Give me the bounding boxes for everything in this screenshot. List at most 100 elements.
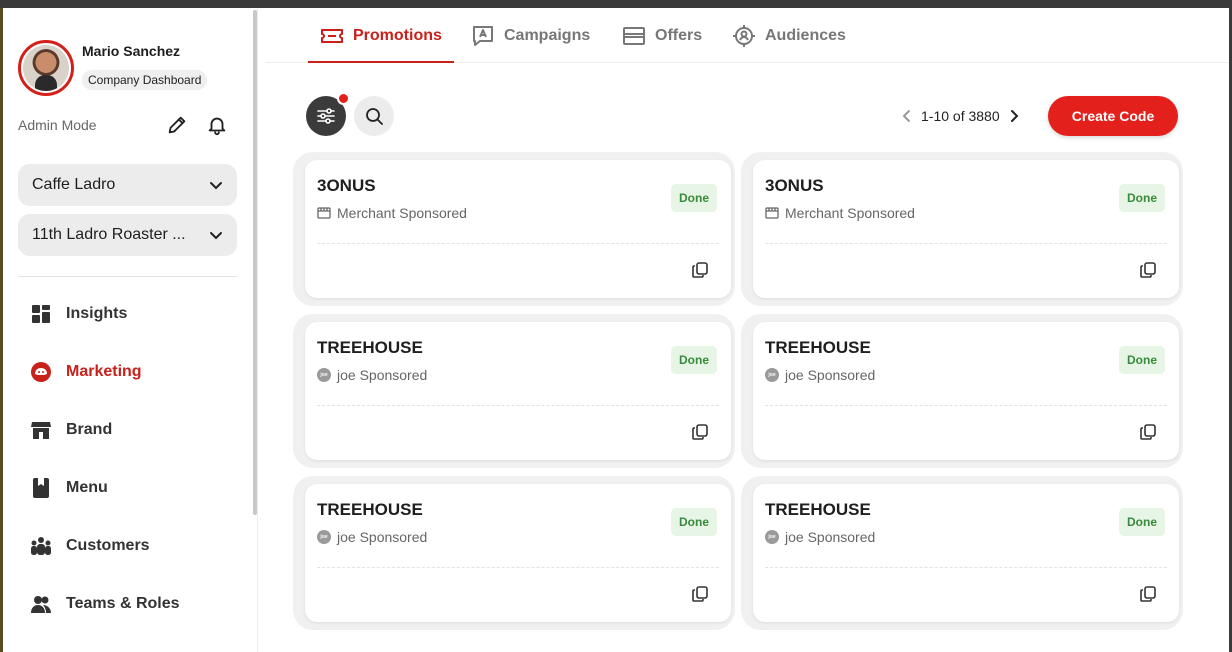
search-icon xyxy=(366,108,383,125)
status-badge: Done xyxy=(1119,346,1165,374)
company-select[interactable]: Caffe Ladro xyxy=(18,164,237,206)
sidebar-item-customers[interactable]: Customers xyxy=(30,533,150,559)
sidebar-item-label: Customers xyxy=(66,537,150,554)
promotion-card-container: TREEHOUSE joe joe Sponsored Done xyxy=(293,314,735,468)
create-code-button[interactable]: Create Code xyxy=(1048,96,1178,136)
status-badge: Done xyxy=(1119,508,1165,536)
store-icon xyxy=(765,207,779,219)
promotion-code: 3ONUS xyxy=(765,176,824,195)
sidebar-item-marketing[interactable]: Marketing xyxy=(30,359,142,385)
promotion-code: TREEHOUSE xyxy=(317,338,423,357)
sponsor-label: joe joe Sponsored xyxy=(317,529,427,545)
sponsor-text: joe Sponsored xyxy=(785,367,876,383)
tab-offers[interactable]: Offers xyxy=(622,8,702,63)
card-divider xyxy=(317,243,719,244)
card-divider xyxy=(317,567,719,568)
pagination-text: 1-10 of 3880 xyxy=(921,108,1000,124)
sponsor-text: joe Sponsored xyxy=(785,529,876,545)
role-badge: Company Dashboard xyxy=(82,70,208,90)
book-icon xyxy=(33,478,49,498)
promotion-code: TREEHOUSE xyxy=(317,500,423,519)
chevron-down-icon xyxy=(210,232,222,240)
sidebar: Mario Sanchez Company Dashboard Admin Mo… xyxy=(3,8,258,652)
company-select-value: Caffe Ladro xyxy=(32,176,116,193)
sliders-icon xyxy=(317,108,335,124)
tab-label: Promotions xyxy=(353,26,442,44)
promotion-code: TREEHOUSE xyxy=(765,500,871,519)
sponsor-label: Merchant Sponsored xyxy=(317,205,467,221)
storefront-icon xyxy=(31,422,51,439)
copy-icon[interactable] xyxy=(1139,585,1157,603)
marketing-icon xyxy=(31,362,51,382)
tabs-bar: Promotions Campaigns Offers Audiences xyxy=(265,8,1229,63)
sidebar-item-label: Insights xyxy=(66,305,128,322)
card-divider xyxy=(765,405,1167,406)
sidebar-scrollbar[interactable] xyxy=(253,10,257,515)
joe-logo-icon: joe xyxy=(317,530,331,544)
pencil-icon[interactable] xyxy=(166,114,188,136)
copy-icon[interactable] xyxy=(691,261,709,279)
chevron-left-icon[interactable] xyxy=(899,108,915,124)
tab-audiences[interactable]: Audiences xyxy=(732,8,846,63)
promotion-card-container: TREEHOUSE joe joe Sponsored Done xyxy=(293,476,735,630)
sidebar-item-insights[interactable]: Insights xyxy=(30,301,127,327)
sidebar-item-menu[interactable]: Menu xyxy=(30,475,108,501)
joe-logo-icon: joe xyxy=(765,368,779,382)
location-select[interactable]: 11th Ladro Roaster ... xyxy=(18,214,237,256)
avatar[interactable] xyxy=(18,40,74,96)
sidebar-item-label: Brand xyxy=(66,421,113,438)
status-badge: Done xyxy=(1119,184,1165,212)
sponsor-text: Merchant Sponsored xyxy=(785,205,915,221)
ticket-icon xyxy=(321,28,343,43)
promotion-card[interactable]: TREEHOUSE joe joe Sponsored Done xyxy=(753,322,1179,460)
bell-icon[interactable] xyxy=(206,114,228,136)
grid-icon xyxy=(32,305,50,323)
promotion-card-container: 3ONUS Merchant Sponsored Done xyxy=(293,152,735,306)
promotion-card-container: TREEHOUSE joe joe Sponsored Done xyxy=(741,314,1183,468)
promotion-card[interactable]: TREEHOUSE joe joe Sponsored Done xyxy=(305,484,731,622)
promotion-card[interactable]: 3ONUS Merchant Sponsored Done xyxy=(305,160,731,298)
search-button[interactable] xyxy=(354,96,394,136)
sponsor-label: joe joe Sponsored xyxy=(765,529,875,545)
promotion-card-container: TREEHOUSE joe joe Sponsored Done xyxy=(741,476,1183,630)
joe-logo-icon: joe xyxy=(317,368,331,382)
target-icon xyxy=(733,24,755,47)
sidebar-item-teams-roles[interactable]: Teams & Roles xyxy=(30,591,180,617)
promotion-card-container: 3ONUS Merchant Sponsored Done xyxy=(741,152,1183,306)
card-divider xyxy=(765,567,1167,568)
copy-icon[interactable] xyxy=(1139,423,1157,441)
copy-icon[interactable] xyxy=(1139,261,1157,279)
filter-active-dot xyxy=(337,92,350,105)
promotion-card[interactable]: 3ONUS Merchant Sponsored Done xyxy=(753,160,1179,298)
promotions-grid: 3ONUS Merchant Sponsored Done 3ONUS Merc… xyxy=(293,152,1189,652)
user-name: Mario Sanchez xyxy=(82,43,181,59)
promotion-card[interactable]: TREEHOUSE joe joe Sponsored Done xyxy=(305,322,731,460)
window-top-edge xyxy=(0,0,1232,8)
admin-mode-label: Admin Mode xyxy=(18,117,97,133)
team-icon xyxy=(31,596,51,613)
gift-icon xyxy=(623,26,645,45)
tab-promotions[interactable]: Promotions xyxy=(308,8,454,63)
avatar-photo xyxy=(23,45,69,91)
chevron-right-icon[interactable] xyxy=(1006,108,1022,124)
sidebar-item-brand[interactable]: Brand xyxy=(30,417,112,443)
sponsor-label: joe joe Sponsored xyxy=(317,367,427,383)
sponsor-label: joe joe Sponsored xyxy=(765,367,875,383)
sponsor-label: Merchant Sponsored xyxy=(765,205,915,221)
sidebar-item-label: Marketing xyxy=(66,363,142,380)
card-divider xyxy=(765,243,1167,244)
copy-icon[interactable] xyxy=(691,585,709,603)
sponsor-text: Merchant Sponsored xyxy=(337,205,467,221)
message-icon xyxy=(473,25,493,46)
tab-campaigns[interactable]: Campaigns xyxy=(471,8,590,63)
joe-logo-icon: joe xyxy=(765,530,779,544)
sponsor-text: joe Sponsored xyxy=(337,529,428,545)
chevron-down-icon xyxy=(210,182,222,190)
status-badge: Done xyxy=(671,184,717,212)
sponsor-text: joe Sponsored xyxy=(337,367,428,383)
app-window: Mario Sanchez Company Dashboard Admin Mo… xyxy=(3,8,1229,652)
location-select-value: 11th Ladro Roaster ... xyxy=(32,226,186,243)
copy-icon[interactable] xyxy=(691,423,709,441)
promotion-card[interactable]: TREEHOUSE joe joe Sponsored Done xyxy=(753,484,1179,622)
status-badge: Done xyxy=(671,346,717,374)
